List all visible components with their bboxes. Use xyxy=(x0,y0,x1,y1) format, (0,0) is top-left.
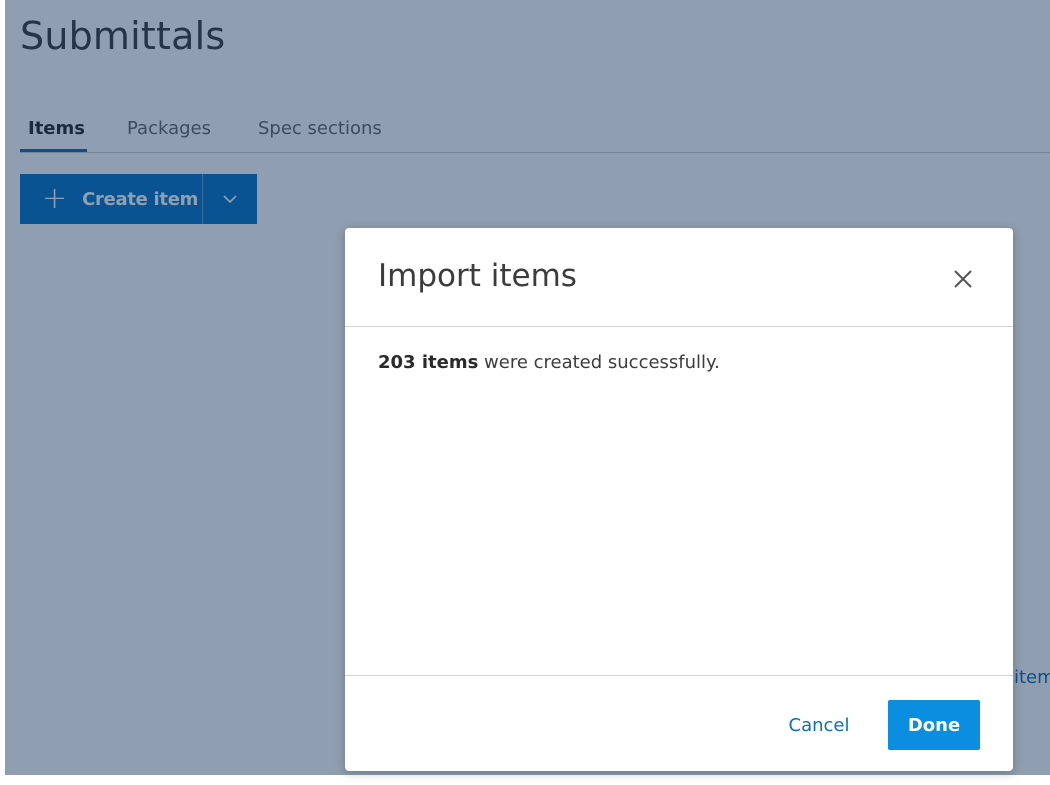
bottom-border xyxy=(0,775,1050,785)
left-border xyxy=(0,0,5,785)
created-count: 203 items xyxy=(378,352,479,373)
done-button[interactable]: Done xyxy=(888,700,980,750)
page: Submittals Items Packages Spec sections … xyxy=(0,0,1050,785)
dialog-header: Import items xyxy=(345,228,1013,327)
success-text: were created successfully. xyxy=(478,352,720,373)
import-items-dialog: Import items 203 items were created succ… xyxy=(345,228,1013,771)
close-icon[interactable] xyxy=(949,265,977,293)
dialog-title: Import items xyxy=(378,258,577,294)
dialog-message: 203 items were created successfully. xyxy=(378,352,720,373)
cancel-button[interactable]: Cancel xyxy=(779,702,859,748)
dialog-footer: Cancel Done xyxy=(345,675,1013,772)
